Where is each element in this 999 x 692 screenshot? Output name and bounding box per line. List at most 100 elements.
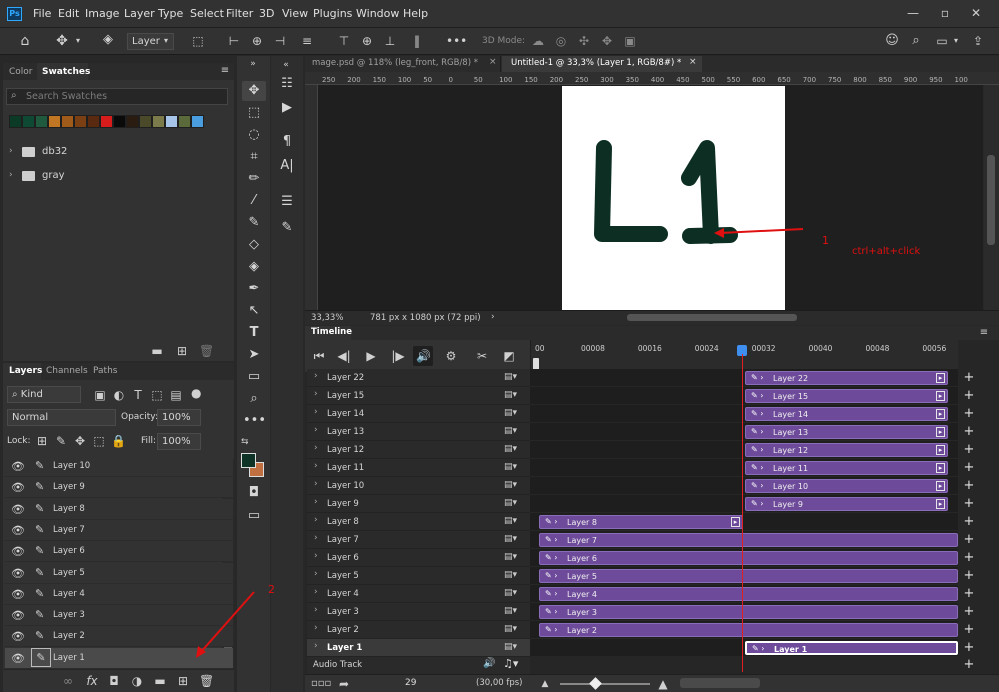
- track-header[interactable]: › Layer 10 ▤▾: [307, 477, 530, 495]
- clip-end-icon[interactable]: ▸: [936, 481, 945, 491]
- add-media-icon[interactable]: +: [962, 479, 976, 493]
- chevron-right-icon[interactable]: ›: [314, 407, 318, 417]
- zoom-slider-thumb[interactable]: [589, 677, 602, 690]
- clip-end-icon[interactable]: ▸: [936, 427, 945, 437]
- layer-clip[interactable]: ✎ › Layer 10 ▸: [745, 479, 948, 493]
- track-header[interactable]: › Layer 15 ▤▾: [307, 387, 530, 405]
- add-media-icon[interactable]: +: [962, 623, 976, 637]
- layer-clip[interactable]: ✎ › Layer 11 ▸: [745, 461, 948, 475]
- previous-frame-icon[interactable]: ◀|: [337, 348, 351, 364]
- clip-end-icon[interactable]: ▸: [936, 445, 945, 455]
- film-strip-icon[interactable]: ▤▾: [504, 534, 517, 544]
- track-header[interactable]: › Layer 7 ▤▾: [307, 531, 530, 549]
- chevron-right-icon[interactable]: ›: [314, 551, 318, 561]
- add-media-icon[interactable]: +: [962, 443, 976, 457]
- film-strip-icon[interactable]: ▤▾: [504, 516, 517, 526]
- audio-mute-icon[interactable]: 🔊: [483, 658, 495, 669]
- track-header[interactable]: › Layer 3 ▤▾: [307, 603, 530, 621]
- film-strip-icon[interactable]: ▤▾: [504, 426, 517, 436]
- layer-clip[interactable]: ✎ › Layer 3: [539, 605, 958, 619]
- add-media-icon[interactable]: +: [962, 425, 976, 439]
- layer-clip[interactable]: ✎ › Layer 13 ▸: [745, 425, 948, 439]
- timeline-scroll-thumb[interactable]: [680, 678, 760, 688]
- add-media-icon[interactable]: +: [962, 407, 976, 421]
- layer-clip[interactable]: ✎ › Layer 4: [539, 587, 958, 601]
- track-header[interactable]: › Layer 8 ▤▾: [307, 513, 530, 531]
- chevron-right-icon[interactable]: ›: [314, 443, 318, 453]
- track-header[interactable]: › Layer 2 ▤▾: [307, 621, 530, 639]
- layer-clip[interactable]: ✎ › Layer 2: [539, 623, 958, 637]
- chevron-right-icon[interactable]: ›: [314, 605, 318, 615]
- zoom-in-icon[interactable]: ▲: [656, 676, 670, 692]
- add-media-icon[interactable]: +: [962, 515, 976, 529]
- chevron-right-icon[interactable]: ›: [314, 569, 318, 579]
- chevron-right-icon[interactable]: ›: [314, 533, 318, 543]
- film-strip-icon[interactable]: ▤▾: [504, 588, 517, 598]
- film-strip-icon[interactable]: ▤▾: [504, 552, 517, 562]
- add-media-icon[interactable]: +: [962, 605, 976, 619]
- film-strip-icon[interactable]: ▤▾: [504, 606, 517, 616]
- film-strip-icon[interactable]: ▤▾: [504, 444, 517, 454]
- audio-track-header[interactable]: Audio Track 🔊 ♫▾: [307, 657, 530, 674]
- chevron-right-icon[interactable]: ›: [314, 515, 318, 525]
- layer-clip[interactable]: ✎ › Layer 1: [745, 641, 958, 655]
- add-media-icon[interactable]: +: [962, 551, 976, 565]
- chevron-right-icon[interactable]: ›: [314, 425, 318, 435]
- layer-clip[interactable]: ✎ › Layer 7: [539, 533, 958, 547]
- chevron-right-icon[interactable]: ›: [314, 587, 318, 597]
- film-strip-icon[interactable]: ▤▾: [504, 480, 517, 490]
- clip-end-icon[interactable]: ▸: [936, 409, 945, 419]
- film-strip-icon[interactable]: ▤▾: [504, 498, 517, 508]
- zoom-slider[interactable]: [560, 683, 650, 685]
- film-strip-icon[interactable]: ▤▾: [504, 624, 517, 634]
- layer-clip[interactable]: ✎ › Layer 22 ▸: [745, 371, 948, 385]
- add-media-icon[interactable]: +: [962, 587, 976, 601]
- layer-clip[interactable]: ✎ › Layer 15 ▸: [745, 389, 948, 403]
- layer-clip[interactable]: ✎ › Layer 6: [539, 551, 958, 565]
- next-frame-icon[interactable]: |▶: [391, 348, 405, 364]
- layer-clip[interactable]: ✎ › Layer 14 ▸: [745, 407, 948, 421]
- film-strip-icon[interactable]: ▤▾: [504, 570, 517, 580]
- panel-menu-icon[interactable]: ≡: [978, 325, 990, 341]
- film-strip-icon[interactable]: ▤▾: [504, 408, 517, 418]
- render-video-icon[interactable]: ➦: [337, 676, 351, 692]
- film-strip-icon[interactable]: ▤▾: [504, 372, 517, 382]
- film-strip-icon[interactable]: ▤▾: [504, 462, 517, 472]
- play-icon[interactable]: ▶: [364, 348, 378, 364]
- track-header[interactable]: › Layer 14 ▤▾: [307, 405, 530, 423]
- film-strip-icon[interactable]: ▤▾: [504, 642, 517, 652]
- chevron-right-icon[interactable]: ›: [314, 479, 318, 489]
- add-media-icon[interactable]: +: [962, 533, 976, 547]
- settings-gear-icon[interactable]: ⚙: [443, 348, 459, 364]
- layer-clip[interactable]: ✎ › Layer 9 ▸: [745, 497, 948, 511]
- track-header[interactable]: › Layer 5 ▤▾: [307, 567, 530, 585]
- add-media-icon[interactable]: +: [962, 497, 976, 511]
- track-header[interactable]: › Layer 9 ▤▾: [307, 495, 530, 513]
- convert-frame-animation-icon[interactable]: ▫▫▫: [311, 676, 331, 692]
- clip-end-icon[interactable]: ▸: [731, 517, 740, 527]
- chevron-right-icon[interactable]: ›: [314, 371, 318, 381]
- clip-end-icon[interactable]: ▸: [936, 463, 945, 473]
- track-header[interactable]: › Layer 4 ▤▾: [307, 585, 530, 603]
- track-header[interactable]: › Layer 11 ▤▾: [307, 459, 530, 477]
- layer-clip[interactable]: ✎ › Layer 5: [539, 569, 958, 583]
- track-header[interactable]: › Layer 1 ▤▾: [307, 639, 530, 657]
- layer-clip[interactable]: ✎ › Layer 8 ▸: [539, 515, 743, 529]
- chevron-right-icon[interactable]: ›: [314, 389, 318, 399]
- add-media-icon[interactable]: +: [962, 371, 976, 385]
- add-media-icon[interactable]: +: [962, 461, 976, 475]
- track-header[interactable]: › Layer 13 ▤▾: [307, 423, 530, 441]
- add-media-icon[interactable]: +: [962, 569, 976, 583]
- timeline-title[interactable]: Timeline: [311, 327, 352, 337]
- layer-clip[interactable]: ✎ › Layer 12 ▸: [745, 443, 948, 457]
- track-header[interactable]: › Layer 12 ▤▾: [307, 441, 530, 459]
- music-note-icon[interactable]: ♫▾: [503, 657, 518, 670]
- track-header[interactable]: › Layer 22 ▤▾: [307, 369, 530, 387]
- split-scissors-icon[interactable]: ✂: [474, 348, 490, 364]
- chevron-right-icon[interactable]: ›: [314, 497, 318, 507]
- chevron-right-icon[interactable]: ›: [314, 623, 318, 633]
- track-header[interactable]: › Layer 6 ▤▾: [307, 549, 530, 567]
- first-frame-icon[interactable]: ⏮: [312, 348, 326, 364]
- chevron-right-icon[interactable]: ›: [314, 461, 318, 471]
- chevron-right-icon[interactable]: ›: [314, 641, 318, 651]
